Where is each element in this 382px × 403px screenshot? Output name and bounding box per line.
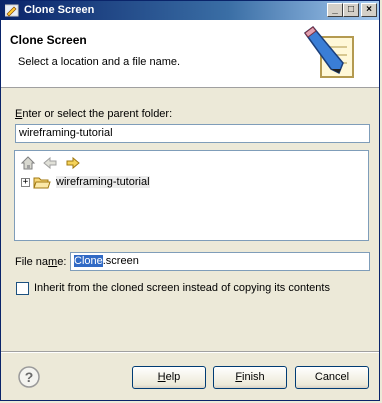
wizard-header: Clone Screen Select a location and a fil… bbox=[1, 20, 379, 88]
cancel-button[interactable]: Cancel bbox=[295, 366, 369, 389]
svg-text:?: ? bbox=[25, 369, 34, 385]
maximize-button[interactable]: □ bbox=[343, 3, 359, 17]
forward-arrow-icon[interactable] bbox=[65, 155, 81, 171]
parent-folder-label: Enter or select the parent folder: bbox=[15, 108, 173, 120]
inherit-checkbox-label[interactable]: Inherit from the cloned screen instead o… bbox=[34, 282, 330, 294]
file-name-label: File name: bbox=[15, 256, 67, 268]
minimize-button[interactable]: _ bbox=[327, 3, 343, 17]
footer-separator bbox=[1, 351, 379, 353]
inherit-checkbox[interactable] bbox=[16, 282, 29, 295]
help-button[interactable]: Help bbox=[132, 366, 206, 389]
folder-open-icon bbox=[33, 177, 51, 189]
header-description: Select a location and a file name. bbox=[18, 56, 181, 68]
finish-button[interactable]: Finish bbox=[213, 366, 287, 389]
expand-toggle[interactable]: + bbox=[21, 178, 30, 187]
clone-screen-dialog: Clone Screen _ □ × Clone Screen Select a… bbox=[0, 0, 380, 401]
file-name-rest-text: .screen bbox=[102, 255, 139, 267]
title-bar[interactable]: Clone Screen _ □ × bbox=[1, 1, 379, 20]
pencil-document-icon bbox=[303, 25, 354, 78]
app-icon bbox=[5, 4, 19, 17]
close-button[interactable]: × bbox=[361, 3, 377, 17]
file-name-selected-text: Clone bbox=[74, 255, 103, 267]
help-icon[interactable]: ? bbox=[18, 366, 40, 388]
back-arrow-icon[interactable] bbox=[42, 155, 58, 171]
parent-folder-input[interactable]: wireframing-tutorial bbox=[15, 124, 370, 143]
folder-tree[interactable]: + wireframing-tutorial bbox=[14, 150, 369, 241]
tree-item-label: wireframing-tutorial bbox=[56, 176, 150, 188]
file-name-input[interactable]: Clone.screen bbox=[70, 252, 370, 271]
header-title: Clone Screen bbox=[10, 33, 87, 47]
home-icon[interactable] bbox=[20, 155, 36, 171]
window-title: Clone Screen bbox=[24, 4, 95, 16]
